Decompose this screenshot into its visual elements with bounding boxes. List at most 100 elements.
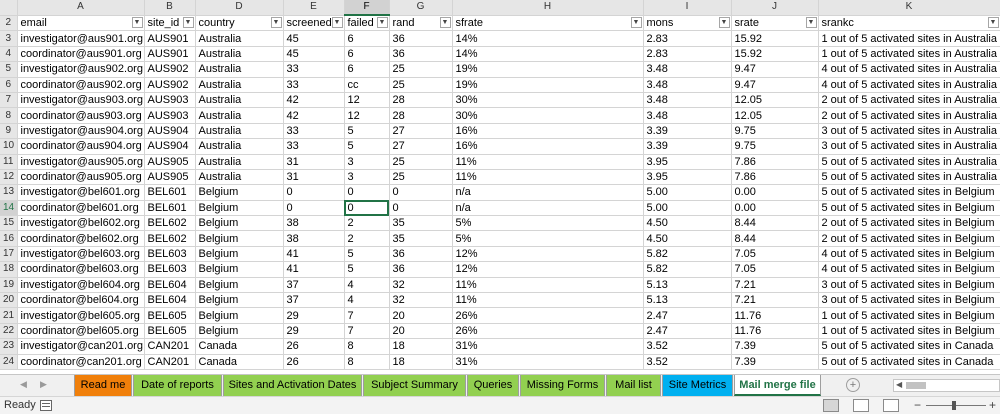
field-header-cell[interactable]: country ▼ <box>195 15 284 32</box>
zoom-in-icon[interactable]: + <box>989 398 996 412</box>
sheet-tab[interactable]: Queries <box>467 375 519 396</box>
data-cell[interactable]: 1 out of 5 activated sites in Australia <box>818 30 1000 47</box>
column-letter-header[interactable]: H <box>452 0 644 16</box>
data-cell[interactable]: 33 <box>283 77 345 93</box>
data-cell[interactable]: 1 out of 5 activated sites in Belgium <box>818 307 1000 324</box>
data-cell[interactable]: 25 <box>389 169 453 186</box>
row-number[interactable]: 10 <box>0 138 18 155</box>
data-cell[interactable]: 36 <box>389 30 453 47</box>
column-letter-header[interactable]: J <box>731 0 819 16</box>
data-cell[interactable]: 3 out of 5 activated sites in Australia <box>818 123 1000 140</box>
row-number[interactable]: 19 <box>0 277 18 294</box>
data-cell[interactable]: 5.00 <box>643 184 732 201</box>
data-cell[interactable]: 6 <box>344 30 390 47</box>
data-cell[interactable]: 5 out of 5 activated sites in Canada <box>818 354 1000 370</box>
data-cell[interactable]: 9.47 <box>731 61 819 78</box>
data-cell[interactable]: 29 <box>283 323 345 340</box>
column-letter-header[interactable]: F <box>344 0 390 17</box>
row-number[interactable]: 6 <box>0 77 18 93</box>
data-cell[interactable]: 33 <box>283 138 345 155</box>
data-cell[interactable]: 7.86 <box>731 169 819 186</box>
data-cell[interactable]: BEL605 <box>144 307 196 324</box>
tab-scroll-right-icon[interactable]: ▶ <box>40 379 47 390</box>
field-header-cell[interactable]: srate ▼ <box>731 15 819 32</box>
data-cell[interactable]: investigator@bel603.org <box>17 246 145 263</box>
data-cell[interactable]: 9.75 <box>731 138 819 155</box>
page-break-view-icon[interactable] <box>883 399 899 412</box>
data-cell[interactable]: 12.05 <box>731 107 819 124</box>
data-cell[interactable]: BEL601 <box>144 200 196 217</box>
data-cell[interactable]: BEL603 <box>144 246 196 263</box>
data-cell[interactable]: CAN201 <box>144 354 196 370</box>
data-cell[interactable]: 5% <box>452 230 644 247</box>
data-cell[interactable]: 11% <box>452 277 644 294</box>
data-cell[interactable]: 2 out of 5 activated sites in Australia <box>818 92 1000 109</box>
data-cell[interactable]: 2.83 <box>643 46 732 63</box>
data-cell[interactable]: 2 <box>344 215 390 232</box>
data-cell[interactable]: 26% <box>452 307 644 324</box>
field-header-cell[interactable]: email ▼ <box>17 15 145 32</box>
data-cell[interactable]: 0 <box>344 184 390 201</box>
data-cell[interactable]: 4 <box>344 277 390 294</box>
macro-recording-icon[interactable] <box>40 400 52 411</box>
data-cell[interactable]: 5.13 <box>643 277 732 294</box>
data-cell[interactable]: 32 <box>389 277 453 294</box>
sheet-tab[interactable]: Sites and Activation Dates <box>223 375 362 396</box>
data-cell[interactable]: 19% <box>452 61 644 78</box>
data-cell[interactable]: 3.48 <box>643 61 732 78</box>
data-cell[interactable]: 20 <box>389 307 453 324</box>
data-cell[interactable]: 35 <box>389 230 453 247</box>
data-cell[interactable]: Canada <box>195 338 284 355</box>
data-cell[interactable]: 30% <box>452 92 644 109</box>
data-cell[interactable]: 5.13 <box>643 292 732 309</box>
data-cell[interactable]: 12% <box>452 261 644 278</box>
data-cell[interactable]: 16% <box>452 123 644 140</box>
data-cell[interactable]: 12 <box>344 107 390 124</box>
field-header-cell[interactable]: srankc ▼ <box>818 15 1000 32</box>
data-cell[interactable]: 15.92 <box>731 30 819 47</box>
data-cell[interactable]: 9.47 <box>731 77 819 93</box>
data-cell[interactable]: AUS901 <box>144 30 196 47</box>
data-cell[interactable]: coordinator@can201.org <box>17 354 145 370</box>
data-cell[interactable]: 1 out of 5 activated sites in Australia <box>818 46 1000 63</box>
data-cell[interactable]: 32 <box>389 292 453 309</box>
data-cell[interactable]: 45 <box>283 30 345 47</box>
data-cell[interactable]: BEL602 <box>144 215 196 232</box>
new-sheet-icon[interactable]: + <box>846 378 860 392</box>
data-cell[interactable]: 11% <box>452 292 644 309</box>
data-cell[interactable]: 4 out of 5 activated sites in Belgium <box>818 246 1000 263</box>
data-cell[interactable]: 28 <box>389 92 453 109</box>
data-cell[interactable]: 7.39 <box>731 354 819 370</box>
data-cell[interactable]: investigator@aus901.org <box>17 30 145 47</box>
data-cell[interactable]: Belgium <box>195 184 284 201</box>
data-cell[interactable]: 3 out of 5 activated sites in Belgium <box>818 292 1000 309</box>
data-cell[interactable]: 5 <box>344 246 390 263</box>
field-header-cell[interactable]: rand ▼ <box>389 15 453 32</box>
data-cell[interactable]: 11% <box>452 169 644 186</box>
data-cell[interactable]: CAN201 <box>144 338 196 355</box>
data-cell[interactable]: 7.39 <box>731 338 819 355</box>
data-cell[interactable]: 37 <box>283 292 345 309</box>
data-cell[interactable]: Belgium <box>195 246 284 263</box>
data-cell[interactable]: 2.47 <box>643 323 732 340</box>
data-cell[interactable]: 7.21 <box>731 292 819 309</box>
data-cell[interactable]: BEL604 <box>144 292 196 309</box>
column-letter-header[interactable]: K <box>818 0 1000 16</box>
data-cell[interactable]: 35 <box>389 215 453 232</box>
row-number[interactable]: 3 <box>0 30 18 47</box>
data-cell[interactable]: n/a <box>452 184 644 201</box>
data-cell[interactable]: 8.44 <box>731 215 819 232</box>
data-cell[interactable]: investigator@bel605.org <box>17 307 145 324</box>
data-cell[interactable]: 3.39 <box>643 138 732 155</box>
data-cell[interactable]: 31 <box>283 154 345 170</box>
data-cell[interactable]: BEL602 <box>144 230 196 247</box>
sheet-table[interactable]: ABDEFGHIJK 2 email ▼ site_id ▼ country ▼ scree… <box>0 0 1000 370</box>
row-number[interactable]: 8 <box>0 107 18 124</box>
data-cell[interactable]: BEL603 <box>144 261 196 278</box>
sheet-tab[interactable]: Subject Summary <box>363 375 466 396</box>
active-cell[interactable]: 0 <box>344 200 390 217</box>
data-cell[interactable]: 5% <box>452 215 644 232</box>
sheet-tab[interactable]: Mail merge file <box>734 375 821 396</box>
data-cell[interactable]: Australia <box>195 46 284 63</box>
filter-dropdown-icon[interactable]: ▼ <box>270 16 282 28</box>
